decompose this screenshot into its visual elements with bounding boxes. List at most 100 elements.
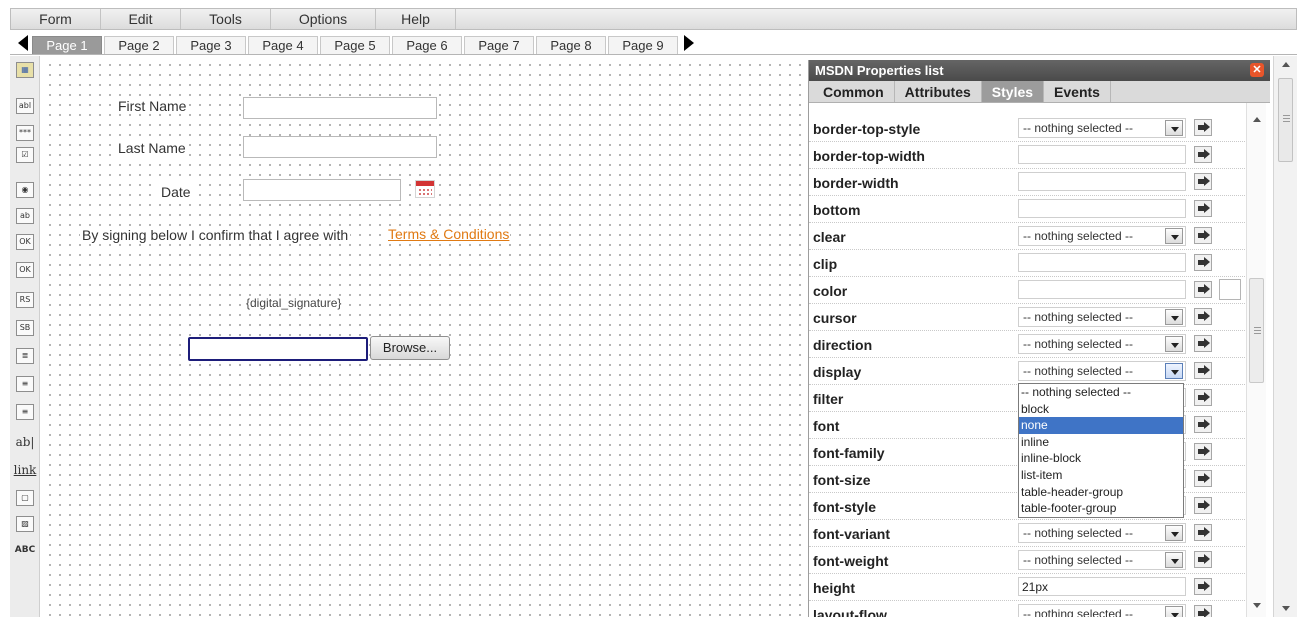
checkbox-tool-icon[interactable]: ☑ (14, 145, 36, 165)
apply-property-icon[interactable] (1194, 578, 1212, 595)
tab-attributes[interactable]: Attributes (895, 81, 982, 102)
file-upload-input[interactable] (188, 337, 368, 361)
page-scrollbar-thumb[interactable] (1278, 78, 1293, 162)
color-input[interactable] (1018, 280, 1186, 299)
apply-property-icon[interactable] (1194, 416, 1212, 433)
apply-property-icon[interactable] (1194, 200, 1212, 217)
menu-edit[interactable]: Edit (101, 9, 181, 29)
calendar-icon[interactable] (415, 180, 435, 198)
bottom-input[interactable] (1018, 199, 1186, 218)
font-variant-select[interactable]: -- nothing selected -- (1018, 523, 1186, 543)
apply-property-icon[interactable] (1194, 281, 1212, 298)
apply-property-icon[interactable] (1194, 362, 1212, 379)
dropdown-option[interactable]: block (1019, 401, 1183, 418)
border-top-width-input[interactable] (1018, 145, 1186, 164)
apply-property-icon[interactable] (1194, 335, 1212, 352)
tab-common[interactable]: Common (813, 81, 895, 102)
apply-property-icon[interactable] (1194, 254, 1212, 271)
dropdown-option[interactable]: list-item (1019, 467, 1183, 484)
form-properties-tool-icon[interactable]: ▦ (14, 60, 36, 80)
scroll-down-icon[interactable] (1253, 603, 1261, 608)
dropdown-option[interactable]: table-footer-group (1019, 500, 1183, 517)
border-width-input[interactable] (1018, 172, 1186, 191)
apply-property-icon[interactable] (1194, 605, 1212, 617)
chevron-down-icon[interactable] (1165, 552, 1183, 568)
image-tool-icon[interactable]: ▨ (14, 514, 36, 534)
direction-select[interactable]: -- nothing selected -- (1018, 334, 1186, 354)
list2-tool-icon[interactable]: ≡ (14, 402, 36, 422)
dropdown-option[interactable]: -- nothing selected -- (1019, 384, 1183, 401)
first-name-label[interactable]: First Name (116, 98, 189, 114)
border-top-style-select[interactable]: -- nothing selected -- (1018, 118, 1186, 138)
page-scroll-up-icon[interactable] (1282, 62, 1290, 67)
menu-options[interactable]: Options (271, 9, 376, 29)
apply-property-icon[interactable] (1194, 146, 1212, 163)
menu-form[interactable]: Form (11, 9, 101, 29)
dropdown-option[interactable]: table-header-group (1019, 484, 1183, 501)
apply-property-icon[interactable] (1194, 227, 1212, 244)
color-picker-swatch[interactable] (1219, 279, 1241, 300)
scroll-up-icon[interactable] (1253, 117, 1261, 122)
tab-page-1[interactable]: Page 1 (32, 36, 102, 54)
chevron-down-icon[interactable] (1165, 363, 1183, 379)
dropdown-option[interactable]: none (1019, 417, 1183, 434)
chevron-down-icon[interactable] (1165, 309, 1183, 325)
page-scrollbar[interactable] (1273, 56, 1297, 617)
button1-tool-icon[interactable]: OK (14, 232, 36, 252)
browse-button[interactable]: Browse... (370, 336, 450, 360)
apply-property-icon[interactable] (1194, 551, 1212, 568)
tab-page-7[interactable]: Page 7 (464, 36, 534, 54)
tab-events[interactable]: Events (1044, 81, 1111, 102)
digital-signature-placeholder[interactable]: {digital_signature} (244, 296, 344, 310)
terms-conditions-link[interactable]: Terms & Conditions (387, 226, 511, 242)
date-label[interactable]: Date (159, 184, 193, 200)
listbox-tool-icon[interactable]: ≣ (14, 346, 36, 366)
chevron-down-icon[interactable] (1165, 336, 1183, 352)
chevron-down-icon[interactable] (1165, 120, 1183, 136)
date-input[interactable] (243, 179, 401, 201)
scroll-tabs-left-icon[interactable] (18, 35, 28, 51)
chevron-down-icon[interactable] (1165, 606, 1183, 617)
tab-page-9[interactable]: Page 9 (608, 36, 678, 54)
layout-flow-select[interactable]: -- nothing selected -- (1018, 604, 1186, 617)
button2-tool-icon[interactable]: OK (14, 260, 36, 280)
scrollbar-thumb[interactable] (1249, 278, 1264, 383)
clip-input[interactable] (1018, 253, 1186, 272)
list-tool-icon[interactable]: ≡ (14, 374, 36, 394)
tab-page-2[interactable]: Page 2 (104, 36, 174, 54)
font-weight-select[interactable]: -- nothing selected -- (1018, 550, 1186, 570)
last-name-input[interactable] (243, 136, 437, 158)
apply-property-icon[interactable] (1194, 497, 1212, 514)
chevron-down-icon[interactable] (1165, 525, 1183, 541)
height-input[interactable]: 21px (1018, 577, 1186, 596)
dropdown-option[interactable]: inline (1019, 434, 1183, 451)
agreement-text[interactable]: By signing below I confirm that I agree … (80, 227, 351, 243)
password-tool-icon[interactable]: *** (14, 123, 36, 143)
dropdown-option[interactable]: inline-block (1019, 450, 1183, 467)
apply-property-icon[interactable] (1194, 470, 1212, 487)
clear-select[interactable]: -- nothing selected -- (1018, 226, 1186, 246)
display-dropdown-list[interactable]: -- nothing selected -- block none inline inl… (1018, 383, 1184, 518)
property-list-scrollbar[interactable] (1246, 103, 1266, 617)
apply-property-icon[interactable] (1194, 173, 1212, 190)
reset-button-tool-icon[interactable]: RS (14, 290, 36, 310)
apply-property-icon[interactable] (1194, 389, 1212, 406)
submit-button-tool-icon[interactable]: SB (14, 318, 36, 338)
apply-property-icon[interactable] (1194, 119, 1212, 136)
panel-tool-icon[interactable]: ▢ (14, 488, 36, 508)
apply-property-icon[interactable] (1194, 308, 1212, 325)
spellcheck-tool-icon[interactable]: ABC (14, 540, 36, 560)
display-select[interactable]: -- nothing selected -- (1018, 361, 1186, 381)
first-name-input[interactable] (243, 97, 437, 119)
page-scroll-down-icon[interactable] (1282, 606, 1290, 611)
cursor-select[interactable]: -- nothing selected -- (1018, 307, 1186, 327)
menu-tools[interactable]: Tools (181, 9, 271, 29)
apply-property-icon[interactable] (1194, 443, 1212, 460)
tab-page-4[interactable]: Page 4 (248, 36, 318, 54)
link-tool-icon[interactable]: link (14, 460, 37, 480)
menu-help[interactable]: Help (376, 9, 456, 29)
design-canvas[interactable]: First Name Last Name Date By signing bel… (41, 56, 808, 617)
tab-styles[interactable]: Styles (981, 81, 1045, 102)
tab-page-3[interactable]: Page 3 (176, 36, 246, 54)
last-name-label[interactable]: Last Name (116, 140, 188, 156)
